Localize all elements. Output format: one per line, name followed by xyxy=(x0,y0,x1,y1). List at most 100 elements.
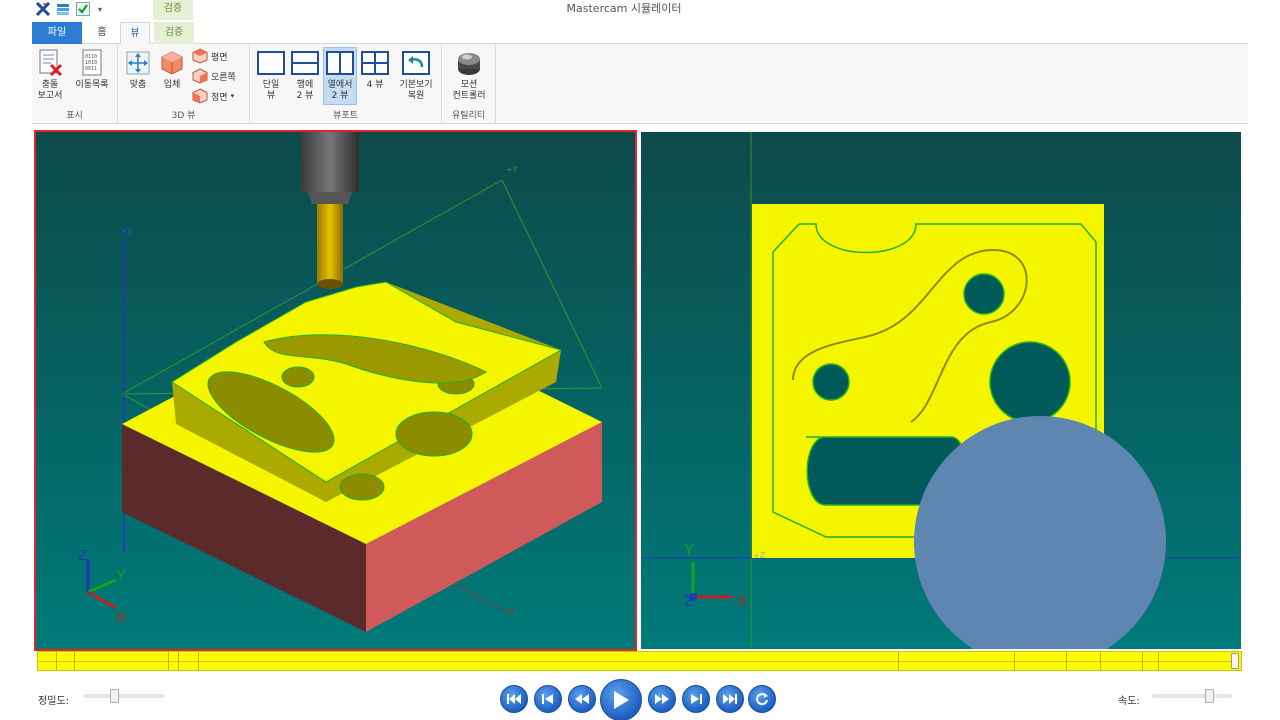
motion-controller-knob-icon xyxy=(454,48,484,78)
verify-check-icon[interactable] xyxy=(74,0,92,18)
svg-text:0011: 0011 xyxy=(85,66,97,72)
isometric-label: 입체 xyxy=(163,80,181,90)
group-3d-view: 맞춤 입체 평면 오른쪽 정면 ▾ 3D 뷰 xyxy=(118,44,250,124)
group-utility-label: 유틸리티 xyxy=(451,111,486,121)
tool-tip xyxy=(317,279,343,289)
report-icon xyxy=(35,48,65,78)
move-list-icon: 0110 1010 0011 xyxy=(77,48,107,78)
right-margin xyxy=(1248,0,1280,720)
timeline-tick xyxy=(1142,652,1143,670)
top-view-button[interactable]: 평면 xyxy=(192,47,228,65)
collision-report-label: 충돌 보고서 xyxy=(37,80,63,101)
first-button[interactable] xyxy=(500,685,528,713)
tool-holder xyxy=(301,132,359,192)
front-view-label: 정면 xyxy=(211,92,228,103)
column-2-view-button[interactable]: 열에서 2 뷰 xyxy=(323,47,357,105)
speed-slider[interactable] xyxy=(1152,689,1232,703)
ribbon-tabs: 파일 홈 뷰 검증 xyxy=(32,22,1248,45)
tab-home[interactable]: 홈 xyxy=(88,22,116,44)
isometric-button[interactable]: 입체 xyxy=(156,48,188,91)
timeline-tick xyxy=(178,652,179,670)
play-button[interactable] xyxy=(600,679,642,720)
loop-icon xyxy=(756,693,768,706)
right-view-cube-icon xyxy=(192,68,208,84)
large-round-pocket xyxy=(989,341,1071,423)
fit-button[interactable]: 맞춤 xyxy=(122,48,154,91)
tab-file[interactable]: 파일 xyxy=(32,22,82,44)
triad-z-label: Z xyxy=(78,547,87,564)
single-view-label: 단일 뷰 xyxy=(262,80,280,101)
column-2-view-label: 열에서 2 뷰 xyxy=(327,80,353,101)
top-view-viewport[interactable]: Y X Z +Z xyxy=(641,132,1241,649)
triad-z-label: Z xyxy=(684,593,693,610)
plus-z-label: +Z xyxy=(120,227,133,236)
tab-verify[interactable]: 검증 xyxy=(154,22,194,44)
four-grid-icon xyxy=(360,48,390,78)
group-utility: 모션 컨트롤러 유틸리티 xyxy=(442,44,496,124)
row-2-view-button[interactable]: 행에 2 뷰 xyxy=(288,48,322,102)
fit-label: 맞춤 xyxy=(129,80,147,90)
front-view-cube-icon xyxy=(192,88,208,104)
fit-icon xyxy=(123,48,153,78)
four-view-button[interactable]: 4 뷰 xyxy=(358,48,392,91)
plus-z-label: +Z xyxy=(753,551,766,560)
group-3d-view-label: 3D 뷰 xyxy=(171,111,196,121)
single-view-button[interactable]: 단일 뷰 xyxy=(254,48,288,102)
title-bar: Mastercam 시뮬레이터 ▾ 검증 xyxy=(0,0,1280,20)
accuracy-slider-knob[interactable] xyxy=(110,689,119,703)
small-hole-1 xyxy=(281,366,315,388)
triad-x-label: X xyxy=(737,593,747,610)
timeline-tick xyxy=(1100,652,1101,670)
triad-y-label: Y xyxy=(116,567,126,584)
front-view-button[interactable]: 정면 ▾ xyxy=(192,87,234,105)
accuracy-slider[interactable] xyxy=(84,689,164,703)
simulation-timeline[interactable] xyxy=(37,651,1242,671)
first-icon xyxy=(507,694,521,704)
motion-controller-button[interactable]: 모션 컨트롤러 xyxy=(444,48,494,102)
collision-report-button[interactable]: 충돌 보고서 xyxy=(34,48,66,102)
fast-forward-button[interactable] xyxy=(648,685,676,713)
small-hole-2 xyxy=(339,473,385,501)
speed-slider-knob[interactable] xyxy=(1205,689,1214,703)
minus-z-label: -Z xyxy=(122,543,131,552)
row-split-icon xyxy=(290,48,320,78)
customize-dropdown-icon[interactable]: ▾ xyxy=(94,5,106,14)
triad-y-label: Y xyxy=(684,541,694,558)
step-forward-button[interactable] xyxy=(682,685,710,713)
restore-default-view-button[interactable]: 기본보기 복원 xyxy=(394,48,438,102)
tab-view[interactable]: 뷰 xyxy=(120,22,150,45)
play-icon xyxy=(614,691,629,709)
rewind-button[interactable] xyxy=(568,685,596,713)
isometric-cube-icon xyxy=(157,48,187,78)
four-view-label: 4 뷰 xyxy=(366,80,384,90)
last-button[interactable] xyxy=(716,685,744,713)
front-view-dropdown-icon[interactable]: ▾ xyxy=(231,92,235,100)
layers-icon[interactable] xyxy=(54,0,72,18)
column-split-icon xyxy=(325,48,355,78)
motion-controller-label: 모션 컨트롤러 xyxy=(452,80,486,101)
move-list-button[interactable]: 0110 1010 0011 이동목록 xyxy=(70,48,114,91)
isometric-viewport[interactable]: +Y +Z -Z -X Z Y X xyxy=(34,130,637,651)
left-margin xyxy=(0,20,32,720)
move-list-label: 이동목록 xyxy=(75,80,109,90)
single-view-icon xyxy=(256,48,286,78)
group-viewport: 단일 뷰 행에 2 뷰 열에서 2 뷰 4 뷰 기본보기 복원 뷰포트 xyxy=(250,44,442,124)
timeline-tick xyxy=(898,652,899,670)
step-back-button[interactable] xyxy=(534,685,562,713)
fast-forward-icon xyxy=(655,694,669,704)
top-view-cube-icon xyxy=(192,48,208,64)
restore-arrow-icon xyxy=(401,48,431,78)
tool-collar xyxy=(308,192,352,204)
timeline-thumb[interactable] xyxy=(1231,653,1239,669)
tool-shank xyxy=(317,204,343,284)
timeline-tick xyxy=(74,652,75,670)
round-pocket xyxy=(395,411,473,457)
simulator-window: Mastercam 시뮬레이터 ▾ 검증 파일 홈 뷰 검증 충돌 보고서 01… xyxy=(0,0,1280,720)
step-back-icon xyxy=(542,694,553,704)
top-view-label: 평면 xyxy=(211,52,228,63)
restore-default-view-label: 기본보기 복원 xyxy=(399,80,433,101)
timeline-track-line xyxy=(38,661,1241,662)
right-view-button[interactable]: 오른쪽 xyxy=(192,67,236,85)
mastercam-logo-icon[interactable] xyxy=(34,0,52,18)
loop-button[interactable] xyxy=(748,685,776,713)
